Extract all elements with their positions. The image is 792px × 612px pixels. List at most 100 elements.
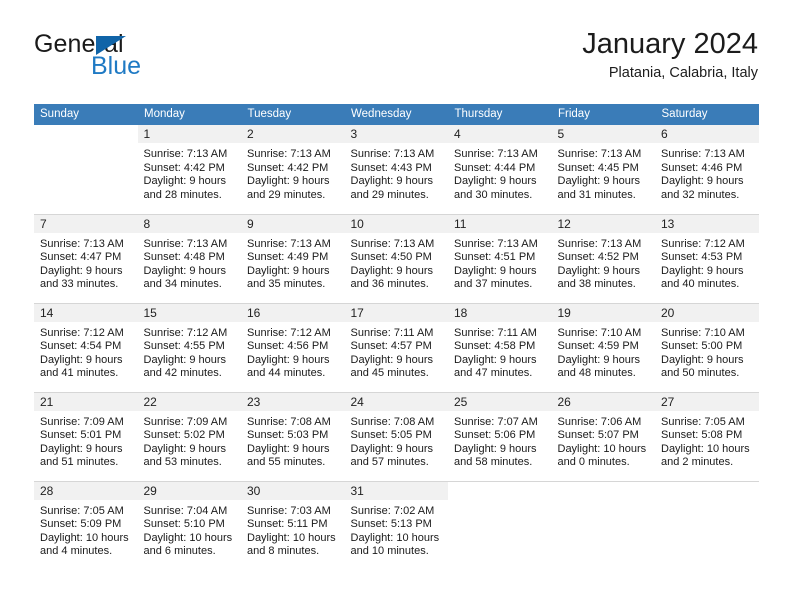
sunrise-text: Sunrise: 7:02 AM	[350, 504, 435, 517]
sunset-text: Sunset: 4:45 PM	[557, 161, 639, 174]
daylight-text-line2: and 55 minutes.	[247, 456, 326, 469]
daylight-text-line2: and 38 minutes.	[557, 278, 636, 291]
calendar-day-cell[interactable]: 11 Sunrise: 7:13 AM Sunset: 4:51 PM Dayligh…	[448, 213, 552, 303]
calendar-day-cell[interactable]: 15 Sunrise: 7:12 AM Sunset: 4:55 PM Dayligh…	[137, 302, 242, 392]
day-details: Sunrise: 7:09 AM Sunset: 5:01 PM Daylight:…	[34, 411, 138, 470]
day-details: Sunrise: 7:13 AM Sunset: 4:42 PM Daylight:…	[138, 143, 242, 202]
calendar-day-cell[interactable]: 5 Sunrise: 7:13 AM Sunset: 4:45 PM Daylight…	[551, 125, 655, 214]
calendar-day-cell[interactable]: 28 Sunrise: 7:05 AM Sunset: 5:09 PM Dayligh…	[34, 480, 138, 570]
daylight-text-line1: Daylight: 10 hours	[350, 531, 440, 544]
daylight-text-line1: Daylight: 9 hours	[661, 175, 744, 188]
sunrise-text: Sunrise: 7:13 AM	[454, 148, 538, 160]
calendar-day-cell[interactable]: 26 Sunrise: 7:06 AM Sunset: 5:07 PM Dayligh…	[551, 391, 655, 481]
day-details: Sunrise: 7:13 AM Sunset: 4:43 PM Daylight:…	[345, 143, 449, 202]
sunset-text: Sunset: 4:54 PM	[40, 340, 122, 353]
calendar-day-cell[interactable]: 22 Sunrise: 7:09 AM Sunset: 5:02 PM Dayligh…	[137, 391, 241, 481]
weekday-header-wednesday: Wednesday	[344, 104, 449, 125]
day-details: Sunrise: 7:13 AM Sunset: 4:49 PM Daylight:…	[241, 233, 345, 292]
day-details: Sunrise: 7:13 AM Sunset: 4:48 PM Daylight:…	[138, 233, 242, 292]
daylight-text-line2: and 33 minutes.	[40, 278, 119, 291]
day-number: 14	[34, 303, 138, 322]
sunrise-text: Sunrise: 7:13 AM	[350, 148, 435, 160]
calendar-day-cell[interactable]: 9 Sunrise: 7:13 AM Sunset: 4:49 PM Daylight…	[241, 213, 345, 303]
calendar-day-cell[interactable]: 19 Sunrise: 7:10 AM Sunset: 4:59 PM Dayligh…	[551, 302, 656, 392]
calendar-day-cell[interactable]: 14 Sunrise: 7:12 AM Sunset: 4:54 PM Dayligh…	[34, 302, 138, 392]
calendar-day-cell[interactable]: 24 Sunrise: 7:08 AM Sunset: 5:05 PM Dayligh…	[344, 391, 448, 481]
daylight-text-line1: Daylight: 9 hours	[557, 175, 641, 188]
daylight-text-line2: and 50 minutes.	[661, 367, 740, 380]
day-details: Sunrise: 7:13 AM Sunset: 4:51 PM Daylight:…	[448, 233, 552, 292]
day-number	[34, 125, 138, 143]
calendar-day-cell[interactable]: 25 Sunrise: 7:07 AM Sunset: 5:06 PM Dayligh…	[448, 391, 552, 481]
sunset-text: Sunset: 5:13 PM	[350, 518, 432, 531]
sunrise-text: Sunrise: 7:13 AM	[350, 237, 435, 250]
calendar-day-cell[interactable]: 7 Sunrise: 7:13 AM Sunset: 4:47 PM Daylight…	[34, 213, 138, 303]
daylight-text-line1: Daylight: 9 hours	[247, 264, 330, 277]
calendar-day-cell[interactable]: 4 Sunrise: 7:13 AM Sunset: 4:44 PM Daylight…	[448, 125, 552, 214]
daylight-text-line2: and 44 minutes.	[247, 367, 326, 380]
weekday-header-sunday: Sunday	[34, 104, 138, 125]
day-details: Sunrise: 7:04 AM Sunset: 5:10 PM Daylight:…	[138, 500, 242, 559]
general-blue-logo[interactable]: General Blue	[34, 32, 274, 92]
page-title: January 2024	[582, 28, 758, 60]
sunrise-text: Sunrise: 7:12 AM	[661, 237, 745, 250]
day-details: Sunrise: 7:12 AM Sunset: 4:53 PM Daylight:…	[655, 233, 759, 292]
day-number: 25	[448, 392, 552, 411]
calendar-day-cell[interactable]: 10 Sunrise: 7:13 AM Sunset: 4:50 PM Dayligh…	[344, 213, 449, 303]
daylight-text-line2: and 45 minutes.	[350, 367, 429, 380]
day-number: 11	[448, 214, 552, 233]
calendar-day-cell[interactable]: 1 Sunrise: 7:13 AM Sunset: 4:42 PM Daylight…	[137, 125, 242, 214]
calendar-day-cell[interactable]: 31 Sunrise: 7:02 AM Sunset: 5:13 PM Dayligh…	[344, 480, 449, 570]
day-details: Sunrise: 7:12 AM Sunset: 4:55 PM Daylight:…	[138, 322, 242, 381]
calendar-day-cell[interactable]: 2 Sunrise: 7:13 AM Sunset: 4:42 PM Daylight…	[241, 125, 345, 214]
calendar-day-cell[interactable]: 12 Sunrise: 7:13 AM Sunset: 4:52 PM Dayligh…	[551, 213, 656, 303]
day-details: Sunrise: 7:13 AM Sunset: 4:52 PM Daylight:…	[552, 233, 656, 292]
sunrise-text: Sunrise: 7:11 AM	[350, 326, 434, 339]
sunset-text: Sunset: 4:52 PM	[557, 251, 639, 264]
day-details: Sunrise: 7:10 AM Sunset: 4:59 PM Daylight:…	[552, 322, 656, 381]
sunrise-text: Sunrise: 7:06 AM	[557, 415, 642, 428]
sunrise-text: Sunrise: 7:12 AM	[143, 326, 228, 339]
calendar-day-cell[interactable]: 13 Sunrise: 7:12 AM Sunset: 4:53 PM Dayligh…	[655, 213, 759, 303]
calendar-day-cell[interactable]: 6 Sunrise: 7:13 AM Sunset: 4:46 PM Daylight…	[655, 125, 759, 214]
calendar-day-cell[interactable]: 16 Sunrise: 7:12 AM Sunset: 4:56 PM Dayligh…	[241, 302, 345, 392]
sunset-text: Sunset: 4:56 PM	[247, 340, 329, 353]
calendar-day-cell-empty	[34, 125, 138, 214]
daylight-text-line1: Daylight: 10 hours	[661, 442, 750, 455]
sunset-text: Sunset: 4:44 PM	[454, 161, 536, 174]
weekday-header-friday: Friday	[551, 104, 656, 125]
day-number: 19	[551, 303, 655, 322]
day-number: 4	[448, 125, 552, 143]
daylight-text-line2: and 6 minutes.	[143, 545, 216, 558]
daylight-text-line2: and 31 minutes.	[557, 188, 636, 201]
calendar-day-cell[interactable]: 23 Sunrise: 7:08 AM Sunset: 5:03 PM Dayligh…	[241, 391, 345, 481]
day-number: 16	[241, 303, 345, 322]
day-details: Sunrise: 7:13 AM Sunset: 4:42 PM Daylight:…	[241, 143, 345, 202]
calendar-day-cell[interactable]: 30 Sunrise: 7:03 AM Sunset: 5:11 PM Dayligh…	[241, 480, 345, 570]
daylight-text-line1: Daylight: 9 hours	[143, 442, 227, 455]
daylight-text-line1: Daylight: 9 hours	[454, 175, 537, 188]
daylight-text-line1: Daylight: 9 hours	[143, 353, 227, 366]
calendar-day-cell[interactable]: 20 Sunrise: 7:10 AM Sunset: 5:00 PM Dayligh…	[655, 302, 759, 392]
sunrise-text: Sunrise: 7:08 AM	[350, 415, 435, 428]
daylight-text-line2: and 53 minutes.	[143, 456, 222, 469]
day-details: Sunrise: 7:02 AM Sunset: 5:13 PM Daylight:…	[345, 500, 449, 559]
calendar-day-cell[interactable]: 18 Sunrise: 7:11 AM Sunset: 4:58 PM Dayligh…	[448, 302, 552, 392]
daylight-text-line2: and 0 minutes.	[557, 456, 630, 469]
daylight-text-line2: and 34 minutes.	[143, 278, 222, 291]
calendar-day-cell[interactable]: 3 Sunrise: 7:13 AM Sunset: 4:43 PM Daylight…	[344, 125, 449, 214]
daylight-text-line1: Daylight: 9 hours	[557, 264, 641, 277]
daylight-text-line2: and 37 minutes.	[454, 278, 533, 291]
day-details: Sunrise: 7:13 AM Sunset: 4:50 PM Daylight:…	[345, 233, 449, 292]
daylight-text-line2: and 29 minutes.	[350, 188, 429, 201]
calendar-day-cell[interactable]: 8 Sunrise: 7:13 AM Sunset: 4:48 PM Daylight…	[137, 213, 242, 303]
day-number: 10	[344, 214, 448, 233]
calendar-day-cell[interactable]: 29 Sunrise: 7:04 AM Sunset: 5:10 PM Dayligh…	[137, 480, 242, 570]
calendar-day-cell[interactable]: 21 Sunrise: 7:09 AM Sunset: 5:01 PM Dayligh…	[34, 391, 138, 481]
day-number	[448, 481, 552, 500]
calendar-day-cell[interactable]: 17 Sunrise: 7:11 AM Sunset: 4:57 PM Dayligh…	[344, 302, 448, 392]
weekday-header-tuesday: Tuesday	[241, 104, 345, 125]
calendar-page: General Blue January 2024 Platania, Cala…	[0, 0, 792, 612]
sunset-text: Sunset: 4:47 PM	[40, 251, 122, 264]
calendar-day-cell[interactable]: 27 Sunrise: 7:05 AM Sunset: 5:08 PM Dayligh…	[655, 391, 759, 481]
